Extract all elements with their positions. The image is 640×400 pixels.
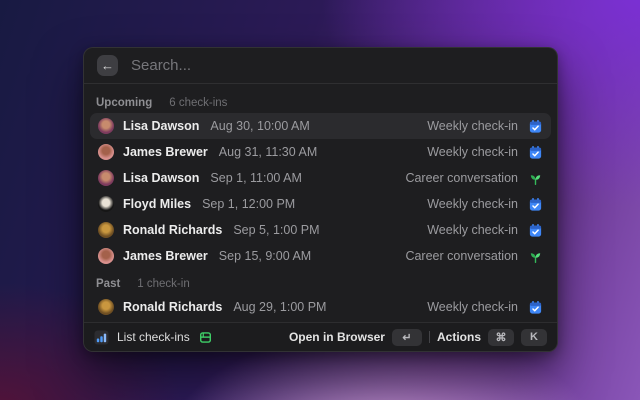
- checkin-date: Sep 15, 9:00 AM: [218, 249, 312, 263]
- calendar-check-icon: [528, 300, 543, 315]
- checkin-type: Weekly check-in: [427, 197, 518, 211]
- command-key-icon: ⌘: [488, 328, 514, 346]
- checkin-date: Aug 29, 1:00 PM: [233, 300, 327, 314]
- avatar: [98, 170, 114, 186]
- checkin-row[interactable]: Floyd Miles Sep 1, 12:00 PM Weekly check…: [90, 191, 551, 217]
- lattice-logo-icon: [198, 330, 213, 345]
- person-name: Ronald Richards: [123, 300, 223, 314]
- bar-chart-icon: [94, 330, 109, 345]
- person-name: Lisa Dawson: [123, 119, 200, 133]
- command-palette-window: ← Upcoming 6 check-ins Lisa Dawson Aug 3…: [83, 47, 558, 352]
- checkin-row[interactable]: Lisa Dawson Sep 1, 11:00 AM Career conve…: [90, 165, 551, 191]
- calendar-check-icon: [528, 197, 543, 212]
- person-name: Floyd Miles: [123, 197, 192, 211]
- checkin-date: Aug 30, 10:00 AM: [210, 119, 310, 133]
- search-bar: ←: [84, 48, 557, 84]
- command-label: List check-ins: [117, 330, 190, 344]
- checkin-type: Weekly check-in: [427, 223, 518, 237]
- person-name: Ronald Richards: [123, 223, 223, 237]
- checkin-date: Sep 1, 11:00 AM: [210, 171, 302, 185]
- checkin-date: Sep 1, 12:00 PM: [202, 197, 296, 211]
- calendar-check-icon: [528, 119, 543, 134]
- avatar: [98, 299, 114, 315]
- avatar: [98, 144, 114, 160]
- checkin-row[interactable]: James Brewer Aug 31, 11:30 AM Weekly che…: [90, 139, 551, 165]
- checkin-type: Weekly check-in: [427, 300, 518, 314]
- avatar: [98, 118, 114, 134]
- checkin-row[interactable]: James Brewer Sep 15, 9:00 AM Career conv…: [90, 243, 551, 269]
- sprout-icon: [528, 249, 543, 264]
- section-header-past: Past 1 check-in: [90, 274, 551, 294]
- checkin-date: Sep 5, 1:00 PM: [233, 223, 320, 237]
- checkin-type: Career conversation: [405, 171, 518, 185]
- arrow-left-icon: ←: [101, 58, 114, 73]
- section-header-upcoming: Upcoming 6 check-ins: [90, 93, 551, 113]
- section-label: Past: [96, 278, 121, 290]
- checkin-row[interactable]: Ronald Richards Sep 5, 1:00 PM Weekly ch…: [90, 217, 551, 243]
- person-name: Lisa Dawson: [123, 171, 200, 185]
- calendar-check-icon: [528, 223, 543, 238]
- open-in-browser-label: Open in Browser: [288, 330, 385, 344]
- return-key-icon: ↵: [391, 328, 422, 346]
- person-name: James Brewer: [123, 249, 208, 263]
- search-input[interactable]: [129, 56, 544, 75]
- results-list: Upcoming 6 check-ins Lisa Dawson Aug 30,…: [84, 84, 557, 322]
- section-count: 1 check-in: [137, 278, 190, 290]
- footer-divider: [428, 331, 430, 343]
- section-label: Upcoming: [96, 97, 153, 109]
- calendar-check-icon: [528, 145, 543, 160]
- checkin-row[interactable]: Lisa Dawson Aug 30, 10:00 AM Weekly chec…: [90, 113, 551, 139]
- avatar: [98, 248, 114, 264]
- checkin-row[interactable]: Ronald Richards Aug 29, 1:00 PM Weekly c…: [90, 294, 551, 320]
- person-name: James Brewer: [123, 145, 208, 159]
- checkin-date: Aug 31, 11:30 AM: [218, 145, 318, 159]
- avatar: [98, 196, 114, 212]
- section-count: 6 check-ins: [169, 97, 228, 109]
- checkin-type: Weekly check-in: [427, 145, 518, 159]
- avatar: [98, 222, 114, 238]
- sprout-icon: [528, 171, 543, 186]
- footer-bar: List check-ins Open in Browser ↵ Actions…: [84, 322, 557, 351]
- checkin-type: Weekly check-in: [427, 119, 518, 133]
- k-key-icon: K: [521, 328, 547, 346]
- checkin-type: Career conversation: [405, 249, 518, 263]
- actions-button[interactable]: Actions ⌘ K: [437, 327, 547, 348]
- actions-label: Actions: [436, 330, 481, 344]
- back-button[interactable]: ←: [97, 55, 118, 76]
- open-in-browser-button[interactable]: Open in Browser ↵: [289, 327, 422, 348]
